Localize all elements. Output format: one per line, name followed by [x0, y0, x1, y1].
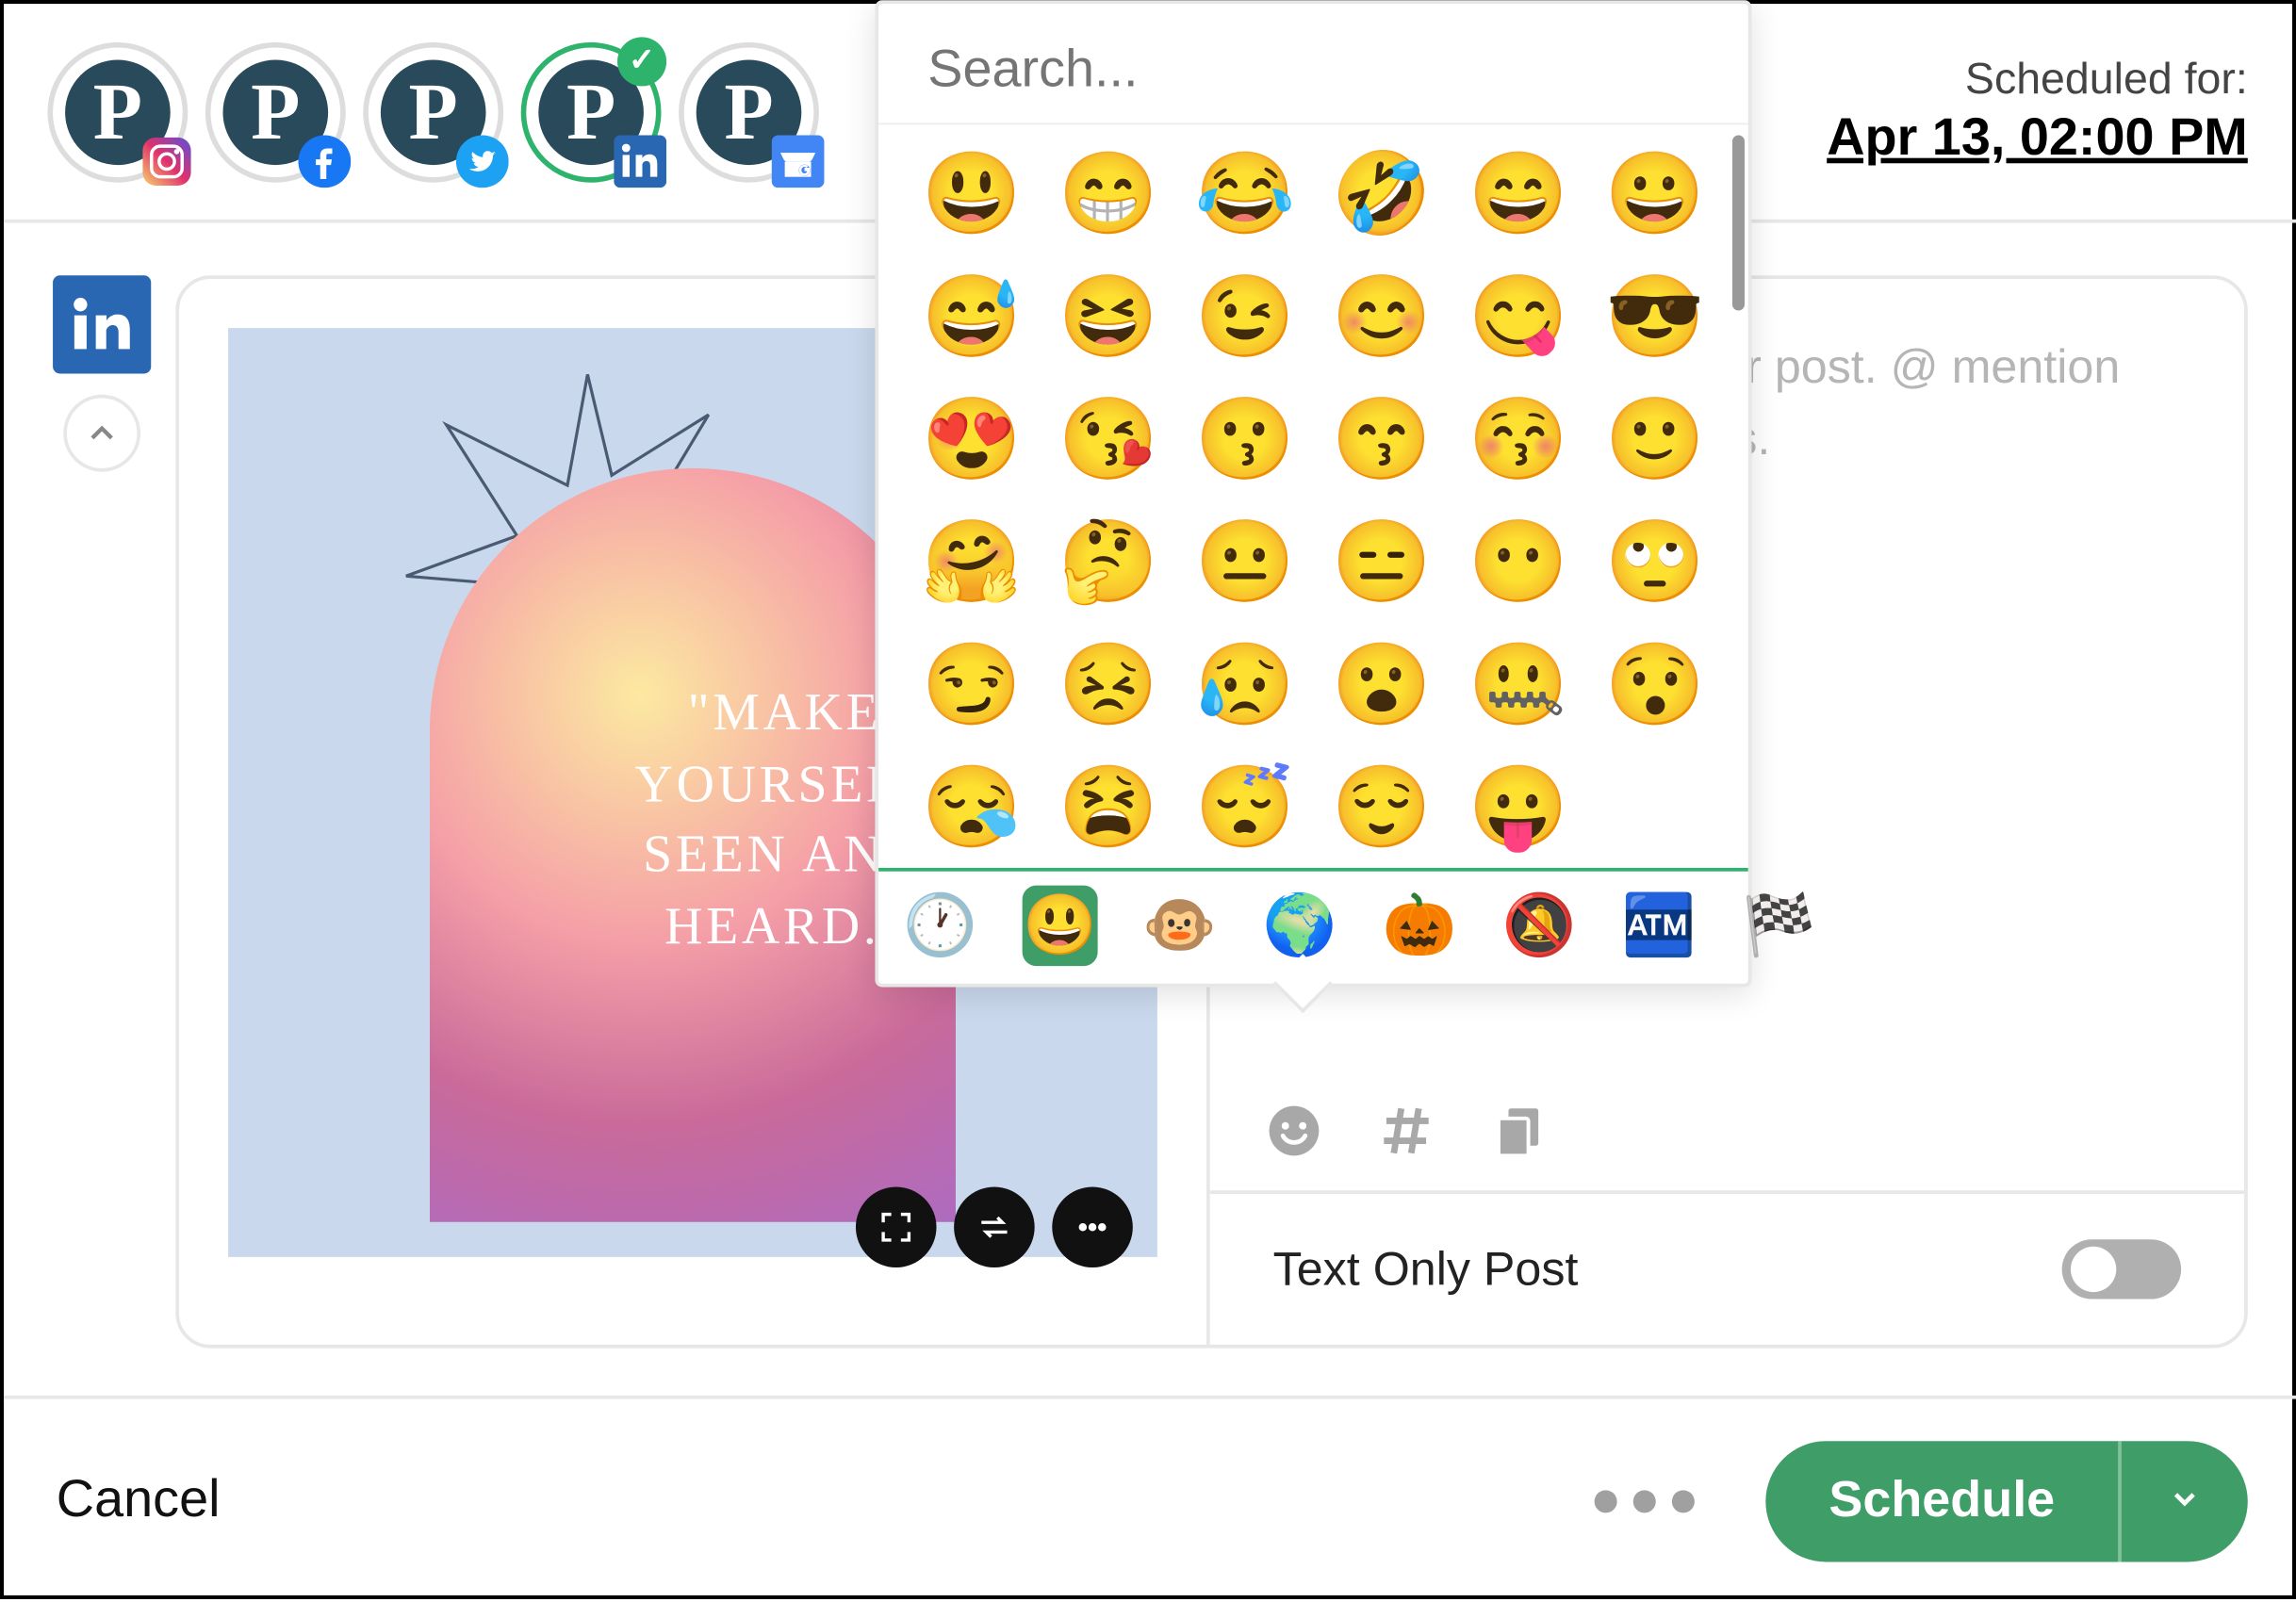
emoji-option[interactable]: 😆	[1040, 254, 1176, 377]
emoji-option[interactable]: 😅	[903, 254, 1040, 377]
emoji-scrollbar[interactable]	[1732, 136, 1745, 311]
emoji-option[interactable]: 😂	[1176, 132, 1313, 254]
emoji-category-smileys[interactable]: 😃	[1023, 886, 1097, 967]
emoji-option[interactable]: 😄	[1451, 132, 1587, 254]
check-icon: ✓	[617, 36, 666, 85]
hashtag-button[interactable]	[1375, 1100, 1438, 1163]
emoji-button[interactable]	[1262, 1100, 1325, 1163]
emoji-option[interactable]: 😥	[1176, 623, 1313, 745]
linkedin-network-icon	[53, 275, 151, 373]
more-options-button[interactable]: ●●●	[1590, 1471, 1706, 1530]
twitter-icon	[456, 135, 509, 188]
emoji-option[interactable]: 😛	[1451, 745, 1587, 868]
emoji-option[interactable]: 😍	[903, 377, 1040, 499]
account-selector: P P P P✓ P	[48, 41, 819, 182]
account-twitter[interactable]: P	[363, 41, 503, 182]
emoji-option[interactable]: 😗	[1176, 377, 1313, 499]
google-business-icon	[772, 135, 825, 188]
emoji-category-animals[interactable]: 🐵	[1142, 886, 1217, 967]
emoji-option[interactable]: 🤔	[1040, 499, 1176, 622]
emoji-option[interactable]: 🙂	[1587, 377, 1724, 499]
emoji-option[interactable]: 😫	[1040, 745, 1176, 868]
account-facebook[interactable]: P	[205, 41, 346, 182]
collapse-button[interactable]	[63, 395, 140, 472]
emoji-option[interactable]: 😪	[903, 745, 1040, 868]
emoji-option[interactable]: 😎	[1587, 254, 1724, 377]
emoji-search-input[interactable]	[925, 39, 1703, 102]
scheduled-time[interactable]: Scheduled for: Apr 13, 02:00 PM	[1827, 55, 2248, 169]
emoji-option[interactable]: 🤗	[903, 499, 1040, 622]
emoji-option[interactable]: 😀	[1587, 132, 1724, 254]
emoji-option[interactable]: 😊	[1313, 254, 1450, 377]
emoji-category-symbols[interactable]: 🔕	[1502, 886, 1577, 967]
emoji-option[interactable]: 😑	[1313, 499, 1450, 622]
emoji-option[interactable]: 😃	[903, 132, 1040, 254]
emoji-picker: 😃😁😂🤣😄😀😅😆😉😊😋😎😍😘😗😙😚🙂🤗🤔😐😑😶🙄😏😣😥😮🤐😯😪😫😴😌😛 🕐😃🐵🌍…	[875, 0, 1751, 987]
emoji-option[interactable]: 😙	[1313, 377, 1450, 499]
text-only-label: Text Only Post	[1273, 1242, 1579, 1297]
emoji-option[interactable]: 😐	[1176, 499, 1313, 622]
emoji-option[interactable]: 😣	[1040, 623, 1176, 745]
emoji-option[interactable]: 🙄	[1587, 499, 1724, 622]
expand-image-button[interactable]	[856, 1187, 937, 1268]
emoji-option[interactable]: 😋	[1451, 254, 1587, 377]
text-only-toggle[interactable]	[2062, 1239, 2181, 1299]
emoji-option[interactable]: 😮	[1313, 623, 1450, 745]
emoji-option[interactable]: 🤣	[1313, 132, 1450, 254]
account-linkedin[interactable]: P✓	[521, 41, 662, 182]
emoji-option[interactable]: 😘	[1040, 377, 1176, 499]
emoji-option[interactable]: 😏	[903, 623, 1040, 745]
image-more-button[interactable]	[1052, 1187, 1133, 1268]
emoji-option[interactable]: 😚	[1451, 377, 1587, 499]
emoji-option[interactable]: 😯	[1587, 623, 1724, 745]
emoji-option[interactable]: 😉	[1176, 254, 1313, 377]
instagram-icon	[140, 135, 193, 188]
facebook-icon	[298, 135, 351, 188]
schedule-dropdown-toggle[interactable]	[2122, 1440, 2248, 1561]
emoji-option[interactable]: 😶	[1451, 499, 1587, 622]
emoji-option[interactable]: 😌	[1313, 745, 1450, 868]
emoji-option[interactable]: 😴	[1176, 745, 1313, 868]
account-google-mb[interactable]: P	[679, 41, 819, 182]
linkedin-icon	[614, 135, 666, 188]
emoji-option[interactable]: 🤐	[1451, 623, 1587, 745]
swap-image-button[interactable]	[954, 1187, 1035, 1268]
emoji-category-travel[interactable]: 🌍	[1263, 886, 1337, 967]
emoji-option[interactable]: 😁	[1040, 132, 1176, 254]
emoji-category-activity[interactable]: 🎃	[1383, 886, 1457, 967]
copy-button[interactable]	[1487, 1100, 1550, 1163]
emoji-category-recent[interactable]: 🕐	[903, 886, 977, 967]
emoji-category-objects[interactable]: 🏧	[1622, 886, 1697, 967]
emoji-grid: 😃😁😂🤣😄😀 😅😆😉😊😋😎 😍😘😗😙😚🙂 🤗🤔😐😑😶🙄 😏😣😥😮🤐😯 😪😫😴😌😛	[878, 123, 1748, 868]
cancel-button[interactable]: Cancel	[57, 1471, 221, 1530]
emoji-category-flags[interactable]: 🏁	[1742, 886, 1816, 967]
account-instagram[interactable]: P	[48, 41, 189, 182]
schedule-button[interactable]: Schedule	[1765, 1440, 2247, 1561]
